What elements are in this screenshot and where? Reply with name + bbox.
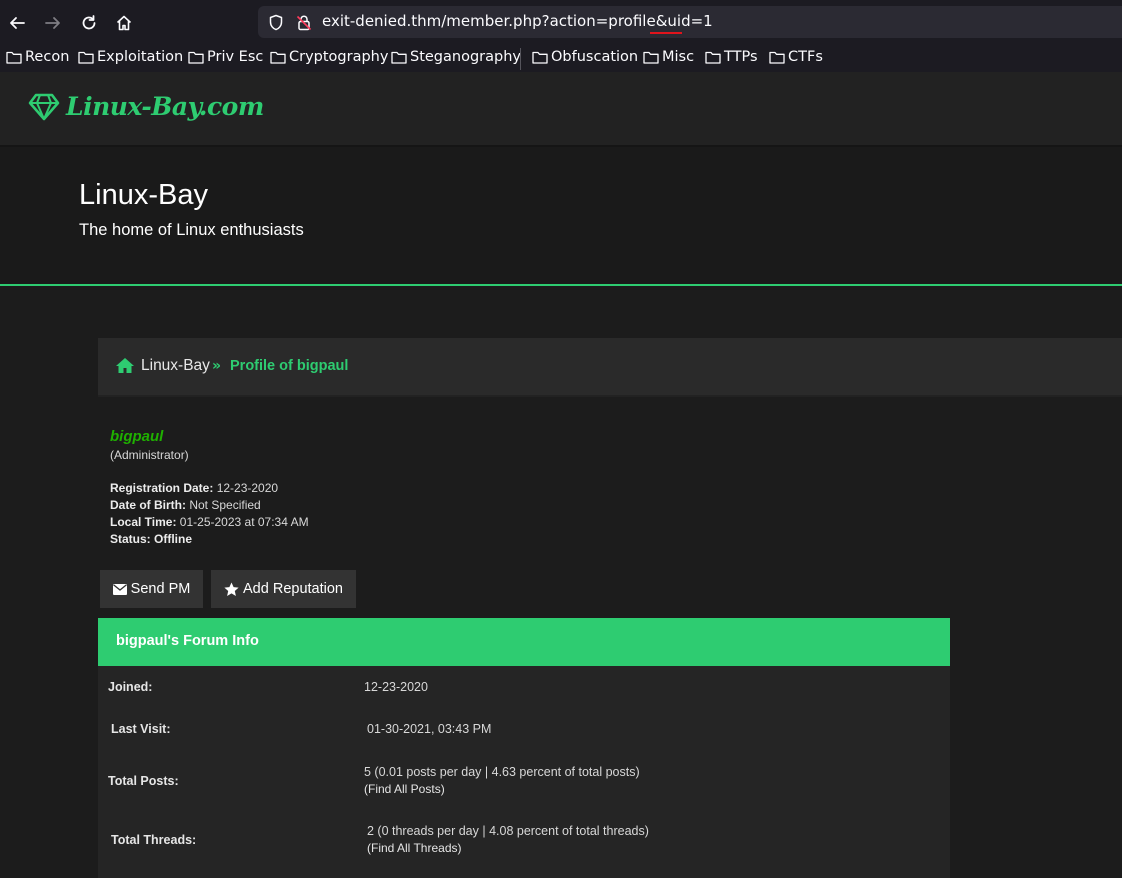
joined-label: Joined: — [108, 680, 153, 694]
site-banner: Linux-Bay The home of Linux enthusiasts — [0, 147, 1122, 286]
forum-info-title: bigpaul's Forum Info — [116, 633, 259, 649]
find-all-posts-link[interactable]: (Find All Posts) — [364, 781, 640, 798]
envelope-icon — [112, 583, 127, 595]
bookmark-folder-ttps[interactable]: TTPs — [705, 49, 758, 65]
address-bar[interactable]: exit-denied.thm/member.php?action=profil… — [258, 6, 1122, 38]
find-all-threads-link[interactable]: (Find All Threads) — [367, 840, 649, 857]
bookmark-folder-priv-esc[interactable]: Priv Esc — [188, 49, 263, 65]
browser-toolbar: exit-denied.thm/member.php?action=profil… — [0, 0, 1122, 46]
registration-date-row: Registration Date: 12-23-2020 — [110, 481, 279, 495]
bookmark-folder-ctfs[interactable]: CTFs — [769, 49, 823, 65]
profile-username: bigpaul — [110, 428, 164, 445]
profile-usertitle: (Administrator) — [110, 448, 189, 462]
folder-icon — [769, 51, 785, 64]
breadcrumb-current: Profile of bigpaul — [230, 358, 349, 374]
folder-icon — [643, 51, 659, 64]
home-icon[interactable] — [115, 357, 135, 378]
profile-details: Registration Date: 12-23-2020 Date of Bi… — [110, 480, 309, 548]
folder-icon — [705, 51, 721, 64]
bookmarks-bar: Recon Exploitation Priv Esc Cryptography… — [0, 46, 1122, 72]
site-topbar: Linux-Bay.com — [0, 72, 1122, 147]
forum-info-table: Joined: 12-23-2020 Last Visit: 01-30-202… — [98, 666, 950, 878]
bookmark-folder-steganography[interactable]: Steganography — [391, 49, 521, 65]
breadcrumb-root-link[interactable]: Linux-Bay — [141, 357, 210, 375]
folder-icon — [270, 51, 286, 64]
forum-info-header: bigpaul's Forum Info — [98, 618, 950, 666]
url-annotation-underline — [650, 32, 682, 34]
home-icon — [116, 15, 132, 31]
send-pm-button[interactable]: Send PM — [100, 570, 203, 608]
folder-icon — [6, 51, 22, 64]
url-text[interactable]: exit-denied.thm/member.php?action=profil… — [322, 12, 713, 30]
bookmark-folder-recon[interactable]: Recon — [6, 49, 69, 65]
total-posts-value: 5 (0.01 posts per day | 4.63 percent of … — [364, 765, 640, 798]
status-row: Status: Offline — [110, 532, 193, 546]
folder-icon — [78, 51, 94, 64]
folder-icon — [532, 51, 548, 64]
bookmark-folder-cryptography[interactable]: Cryptography — [270, 49, 388, 65]
joined-value: 12-23-2020 — [364, 680, 428, 694]
bookmarks-separator — [520, 48, 521, 70]
diamond-icon — [28, 93, 60, 120]
home-button[interactable] — [111, 10, 137, 36]
arrow-left-icon — [10, 17, 25, 29]
logo-text: Linux-Bay.com — [66, 92, 264, 121]
last-visit-value: 01-30-2021, 03:43 PM — [367, 722, 492, 736]
total-posts-label: Total Posts: — [108, 774, 179, 788]
breadcrumb-separator: » — [212, 358, 222, 374]
site-tagline: The home of Linux enthusiasts — [79, 221, 304, 239]
folder-icon — [391, 51, 407, 64]
bookmark-folder-misc[interactable]: Misc — [643, 49, 694, 65]
arrow-right-icon — [45, 17, 60, 29]
folder-icon — [188, 51, 204, 64]
insecure-lock-icon[interactable] — [296, 14, 312, 35]
site-logo[interactable]: Linux-Bay.com — [28, 92, 264, 121]
profile-summary: bigpaul (Administrator) Registration Dat… — [110, 428, 309, 548]
breadcrumb: Linux-Bay » Profile of bigpaul — [98, 338, 1122, 397]
last-visit-label: Last Visit: — [111, 722, 171, 736]
local-time-row: Local Time: 01-25-2023 at 07:34 AM — [110, 515, 309, 529]
add-reputation-button[interactable]: Add Reputation — [211, 570, 356, 608]
reload-button[interactable] — [76, 10, 102, 36]
total-threads-label: Total Threads: — [111, 833, 197, 847]
bookmark-folder-obfuscation[interactable]: Obfuscation — [532, 49, 638, 65]
site-title: Linux-Bay — [79, 179, 208, 211]
total-threads-value: 2 (0 threads per day | 4.08 percent of t… — [367, 824, 649, 857]
reload-icon — [82, 15, 96, 30]
star-icon — [224, 582, 239, 596]
shield-icon[interactable] — [268, 14, 284, 35]
forward-button[interactable] — [40, 10, 66, 36]
back-button[interactable] — [4, 10, 30, 36]
date-of-birth-row: Date of Birth: Not Specified — [110, 498, 261, 512]
bookmark-folder-exploitation[interactable]: Exploitation — [78, 49, 183, 65]
